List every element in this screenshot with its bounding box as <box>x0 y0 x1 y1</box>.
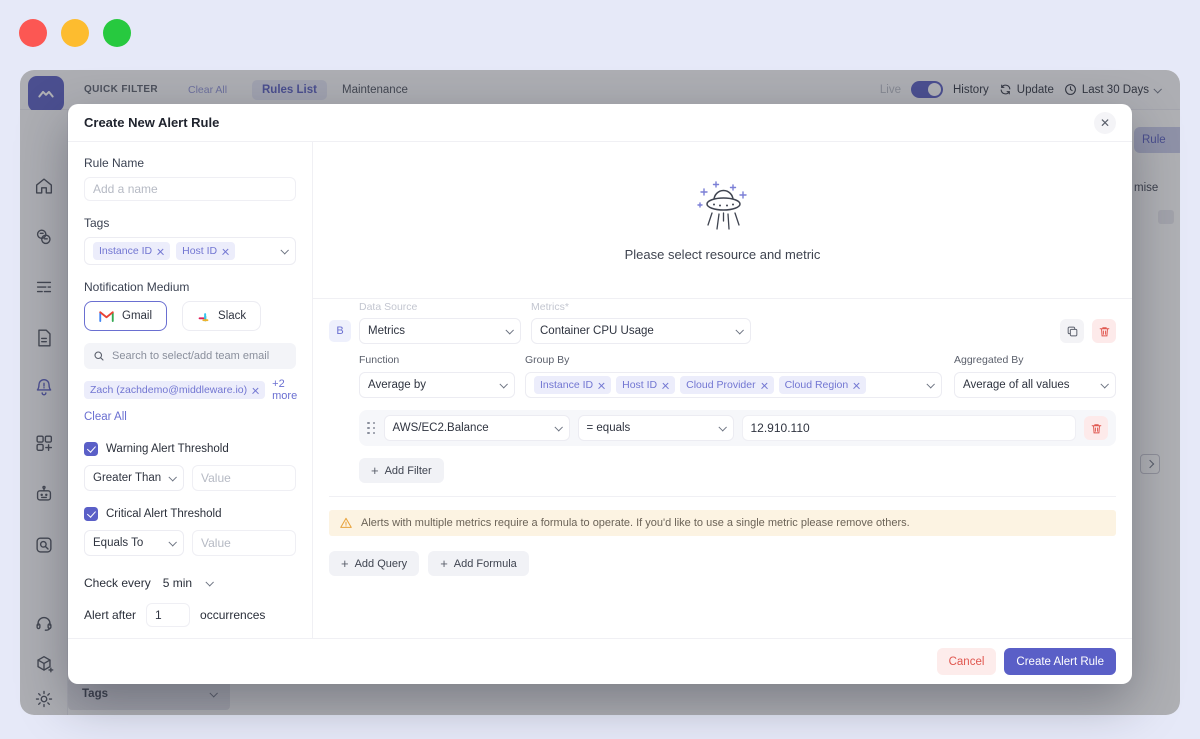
chevron-down-icon <box>1100 380 1108 388</box>
clear-all-emails-link[interactable]: Clear All <box>84 411 296 423</box>
modal-title: Create New Alert Rule <box>84 115 219 130</box>
aggregated-by-select[interactable]: Average of all values <box>954 372 1116 398</box>
filter-value-input[interactable] <box>742 415 1077 441</box>
window-minimize-button[interactable] <box>61 19 89 47</box>
warning-threshold-label: Warning Alert Threshold <box>106 443 229 455</box>
copy-icon <box>1066 325 1079 338</box>
tags-label: Tags <box>84 216 296 230</box>
search-icon <box>93 350 105 362</box>
slack-icon <box>197 310 210 323</box>
critical-threshold-label: Critical Alert Threshold <box>106 508 221 520</box>
critical-value-input[interactable] <box>192 530 296 556</box>
rule-name-input[interactable] <box>84 177 296 201</box>
aggregated-by-label: Aggregated By <box>954 354 1116 366</box>
data-source-label: Data Source <box>359 301 521 314</box>
group-by-label: Group By <box>525 354 942 366</box>
tag-chip[interactable]: Host ID <box>176 242 235 260</box>
notification-medium-label: Notification Medium <box>84 280 296 294</box>
critical-threshold-checkbox[interactable] <box>84 507 98 521</box>
delete-query-button[interactable] <box>1092 319 1116 343</box>
warning-threshold-row: Warning Alert Threshold <box>84 442 296 456</box>
add-query-button[interactable]: +Add Query <box>329 551 419 576</box>
chevron-down-icon <box>505 326 513 334</box>
ufo-illustration <box>688 179 758 237</box>
group-by-chip[interactable]: Instance ID <box>534 376 611 394</box>
trash-icon <box>1098 325 1111 338</box>
remove-group-icon[interactable] <box>853 382 860 389</box>
remove-tag-icon[interactable] <box>157 248 164 255</box>
plus-icon: + <box>371 464 379 477</box>
metric-select[interactable]: Container CPU Usage <box>531 318 751 344</box>
empty-state-message: Please select resource and metric <box>625 247 821 262</box>
remove-group-icon[interactable] <box>662 382 669 389</box>
alert-settings-panel: Rule Name Tags Instance ID Host ID Notif… <box>68 142 313 638</box>
remove-tag-icon[interactable] <box>222 248 229 255</box>
gmail-medium-button[interactable]: Gmail <box>84 301 167 331</box>
group-by-chip[interactable]: Host ID <box>616 376 675 394</box>
remove-group-icon[interactable] <box>761 382 768 389</box>
create-alert-rule-modal: Create New Alert Rule ✕ Rule Name Tags I… <box>68 104 1132 684</box>
cancel-button[interactable]: Cancel <box>937 648 997 675</box>
data-source-select[interactable]: Metrics <box>359 318 521 344</box>
gmail-icon <box>99 310 114 322</box>
occurrence-count-input[interactable] <box>146 603 190 627</box>
filter-row: AWS/EC2.Balance = equals <box>359 410 1116 446</box>
chevron-down-icon <box>735 326 743 334</box>
add-formula-button[interactable]: +Add Formula <box>428 551 529 576</box>
chevron-down-icon <box>168 538 176 546</box>
metric-panel: Please select resource and metric Data S… <box>313 142 1132 638</box>
chevron-down-icon <box>499 380 507 388</box>
window-close-button[interactable] <box>19 19 47 47</box>
warning-icon <box>339 516 353 530</box>
check-every-label: Check every <box>84 576 151 590</box>
duplicate-query-button[interactable] <box>1060 319 1084 343</box>
chevron-down-icon <box>280 246 288 254</box>
warning-value-input[interactable] <box>192 465 296 491</box>
remove-group-icon[interactable] <box>598 382 605 389</box>
filter-field-select[interactable]: AWS/EC2.Balance <box>384 415 570 441</box>
check-interval-select[interactable]: 5 min <box>163 576 212 590</box>
close-icon[interactable]: ✕ <box>1094 112 1116 134</box>
more-emails-link[interactable]: +2 more <box>272 378 297 402</box>
metrics-label: Metrics* <box>531 301 569 314</box>
function-label: Function <box>359 354 515 366</box>
delete-filter-button[interactable] <box>1084 416 1108 440</box>
email-chip[interactable]: Zach (zachdemo@middleware.io) <box>84 381 265 399</box>
create-alert-rule-button[interactable]: Create Alert Rule <box>1004 648 1116 675</box>
critical-threshold-row: Critical Alert Threshold <box>84 507 296 521</box>
slack-medium-button[interactable]: Slack <box>182 301 261 331</box>
query-badge-b: B <box>329 320 351 342</box>
add-filter-button[interactable]: +Add Filter <box>359 458 444 483</box>
multiple-metrics-warning: Alerts with multiple metrics require a f… <box>329 510 1116 536</box>
warning-operator-select[interactable]: Greater Than <box>84 465 184 491</box>
team-email-search[interactable]: Search to select/add team email <box>84 343 296 369</box>
plus-icon: + <box>341 557 349 570</box>
chevron-down-icon <box>168 473 176 481</box>
occurrences-label: occurrences <box>200 608 265 622</box>
trash-icon <box>1090 422 1103 435</box>
function-select[interactable]: Average by <box>359 372 515 398</box>
critical-operator-select[interactable]: Equals To <box>84 530 184 556</box>
group-by-chip[interactable]: Cloud Provider <box>680 376 773 394</box>
plus-icon: + <box>440 557 448 570</box>
window-zoom-button[interactable] <box>103 19 131 47</box>
group-by-chip[interactable]: Cloud Region <box>779 376 867 394</box>
rule-name-label: Rule Name <box>84 156 296 170</box>
tag-chip[interactable]: Instance ID <box>93 242 170 260</box>
chevron-down-icon <box>554 423 562 431</box>
warning-threshold-checkbox[interactable] <box>84 442 98 456</box>
chevron-down-icon <box>926 380 934 388</box>
tags-select[interactable]: Instance ID Host ID <box>84 237 296 265</box>
filter-operator-select[interactable]: = equals <box>578 415 734 441</box>
group-by-select[interactable]: Instance ID Host ID Cloud Provider Cloud… <box>525 372 942 398</box>
query-builder: Data Source Metrics* B Metrics Container… <box>313 299 1132 638</box>
chevron-down-icon <box>718 423 726 431</box>
remove-email-icon[interactable] <box>252 387 259 394</box>
chart-empty-state: Please select resource and metric <box>313 142 1132 299</box>
chevron-down-icon <box>206 578 214 586</box>
drag-handle[interactable] <box>367 422 376 435</box>
search-placeholder: Search to select/add team email <box>112 350 269 362</box>
alert-after-label: Alert after <box>84 608 136 622</box>
